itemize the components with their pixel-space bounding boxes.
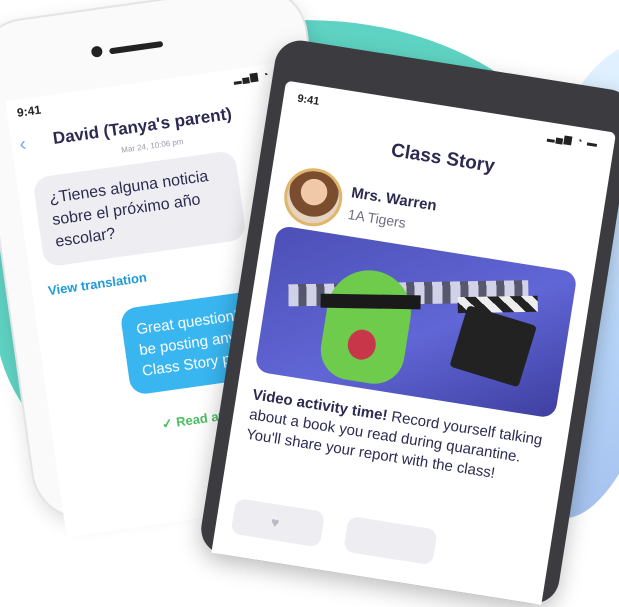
status-time: 9:41 bbox=[296, 92, 321, 108]
story-illustration[interactable] bbox=[254, 224, 578, 419]
class-name: 1A Tigers bbox=[346, 205, 407, 231]
headband-icon bbox=[320, 293, 421, 310]
back-chevron-icon[interactable]: ‹ bbox=[18, 133, 28, 157]
view-translation-link[interactable]: View translation bbox=[47, 269, 148, 298]
status-icons: ▂▄▆ ◔ ▬ bbox=[546, 131, 599, 151]
incoming-message: ¿Tienes alguna noticia sobre el próximo … bbox=[32, 149, 247, 268]
clapperboard-icon bbox=[449, 305, 537, 388]
teacher-avatar[interactable] bbox=[280, 164, 347, 231]
comment-button[interactable] bbox=[343, 515, 438, 566]
post-body: Record yourself talking about a book you… bbox=[245, 406, 544, 482]
like-button[interactable]: ♥ bbox=[230, 497, 326, 548]
status-time: 9:41 bbox=[16, 102, 42, 120]
heart-icon: ♥ bbox=[269, 513, 281, 531]
message-timestamp: Mar 24, 10:06 pm bbox=[120, 137, 185, 155]
